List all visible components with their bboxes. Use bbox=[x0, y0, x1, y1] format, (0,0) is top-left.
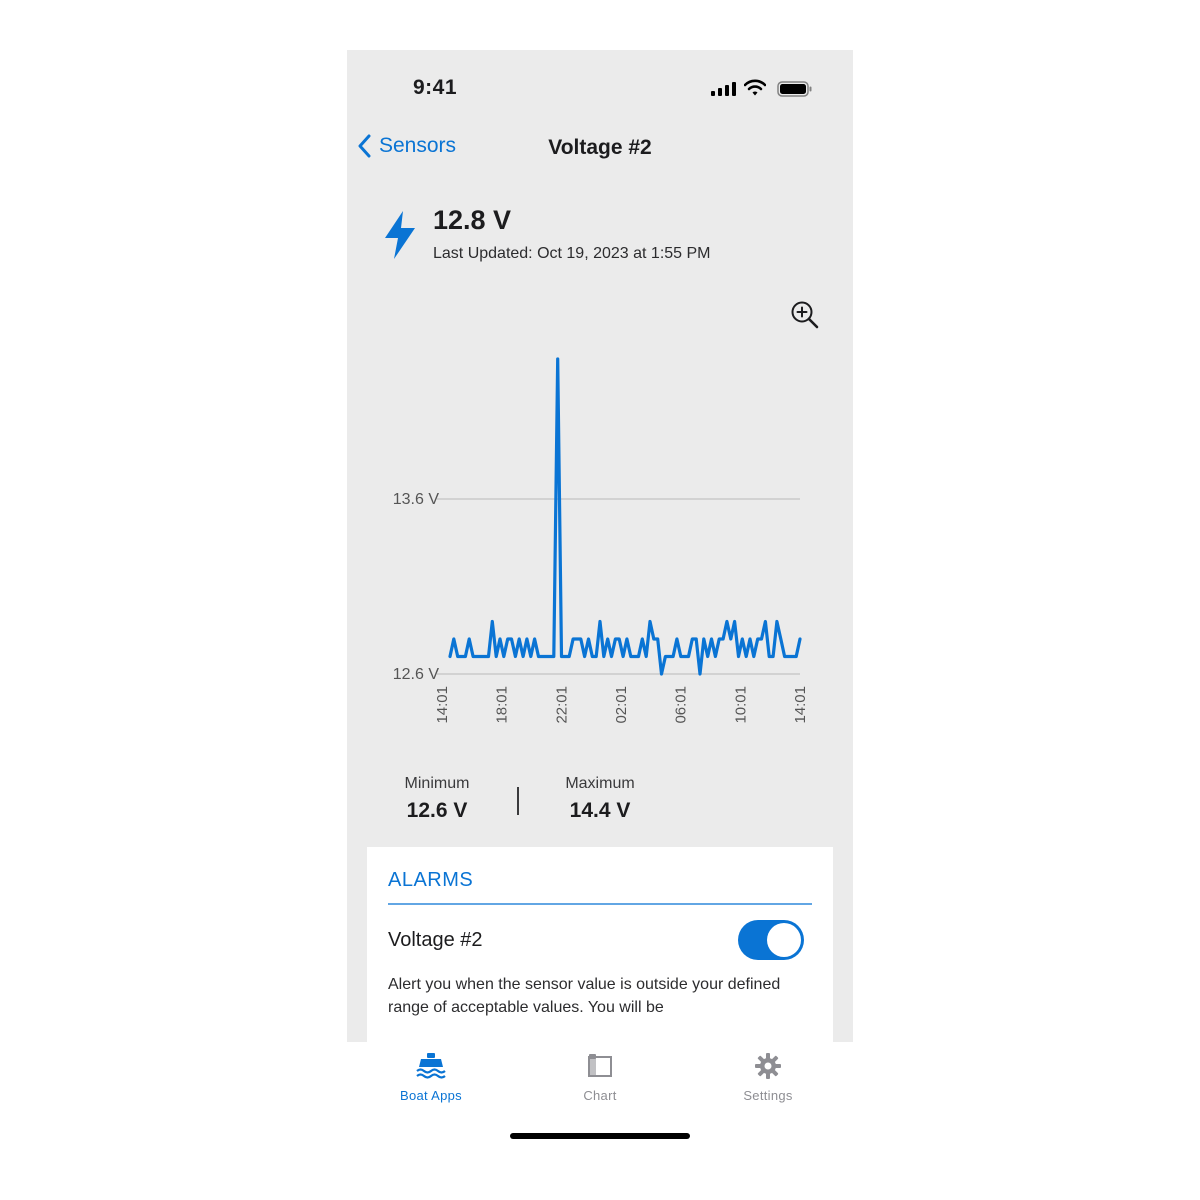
alarms-card: ALARMS Voltage #2 Alert you when the sen… bbox=[367, 847, 833, 1042]
minimum-value: 12.6 V bbox=[406, 799, 468, 822]
home-indicator bbox=[510, 1133, 690, 1139]
maximum-label: Maximum bbox=[565, 775, 635, 792]
battery-icon bbox=[777, 81, 812, 97]
tab-boat-apps[interactable]: Boat Apps bbox=[371, 1050, 491, 1103]
map-icon bbox=[588, 1054, 612, 1077]
boat-icon bbox=[416, 1053, 446, 1079]
x-tick-label: 22:01 bbox=[553, 686, 570, 724]
alarm-toggle[interactable] bbox=[738, 920, 804, 960]
alarm-name: Voltage #2 bbox=[388, 929, 483, 951]
x-tick-label: 14:01 bbox=[434, 686, 451, 724]
toggle-knob bbox=[767, 923, 801, 957]
current-voltage: 12.8 V bbox=[433, 205, 512, 235]
voltage-series-line bbox=[448, 357, 802, 676]
x-tick-label: 06:01 bbox=[673, 686, 690, 724]
zoom-in-icon[interactable] bbox=[790, 300, 820, 330]
tab-bar: Boat Apps Chart Settings bbox=[347, 1042, 853, 1112]
stats-row: Minimum 12.6 V Maximum 14.4 V bbox=[347, 775, 853, 835]
alarms-heading: ALARMS bbox=[388, 869, 474, 891]
alarms-divider bbox=[388, 903, 812, 905]
app-screen: 9:41 Sensors Voltage #2 12.8 V Last Upda… bbox=[347, 50, 853, 1042]
status-time: 9:41 bbox=[413, 76, 458, 99]
cellular-signal-icon bbox=[711, 82, 736, 96]
maximum-value: 14.4 V bbox=[569, 799, 631, 822]
navigation-bar: Sensors Voltage #2 bbox=[347, 130, 853, 174]
minimum-label: Minimum bbox=[404, 775, 470, 792]
tab-label-boat-apps: Boat Apps bbox=[400, 1088, 462, 1103]
last-updated: Last Updated: Oct 19, 2023 at 1:55 PM bbox=[433, 245, 711, 262]
voltage-chart: 12.6 V 13.6 V 14:01 18:01 22:01 02:01 06:01 10:… bbox=[393, 357, 809, 724]
x-tick-label: 18:01 bbox=[494, 686, 511, 724]
page-title: Voltage #2 bbox=[548, 136, 652, 159]
alarm-description: Alert you when the sensor value is outsi… bbox=[388, 976, 781, 1016]
stats-divider bbox=[517, 787, 519, 815]
gear-icon bbox=[755, 1053, 781, 1079]
x-tick-label: 02:01 bbox=[613, 686, 630, 724]
maximum-stat: Maximum 14.4 V bbox=[530, 775, 670, 823]
y-tick-label: 13.6 V bbox=[393, 491, 440, 508]
tab-settings[interactable]: Settings bbox=[708, 1050, 828, 1103]
x-tick-label: 10:01 bbox=[732, 686, 749, 724]
minimum-stat: Minimum 12.6 V bbox=[367, 775, 507, 823]
y-tick-label: 12.6 V bbox=[393, 666, 440, 683]
x-tick-label: 14:01 bbox=[792, 686, 809, 724]
tab-chart[interactable]: Chart bbox=[540, 1050, 660, 1103]
tab-label-chart: Chart bbox=[583, 1088, 617, 1103]
tab-label-settings: Settings bbox=[743, 1088, 793, 1103]
wifi-icon bbox=[744, 79, 766, 96]
lightning-bolt-icon bbox=[385, 211, 415, 259]
status-bar: 9:41 bbox=[347, 50, 853, 130]
